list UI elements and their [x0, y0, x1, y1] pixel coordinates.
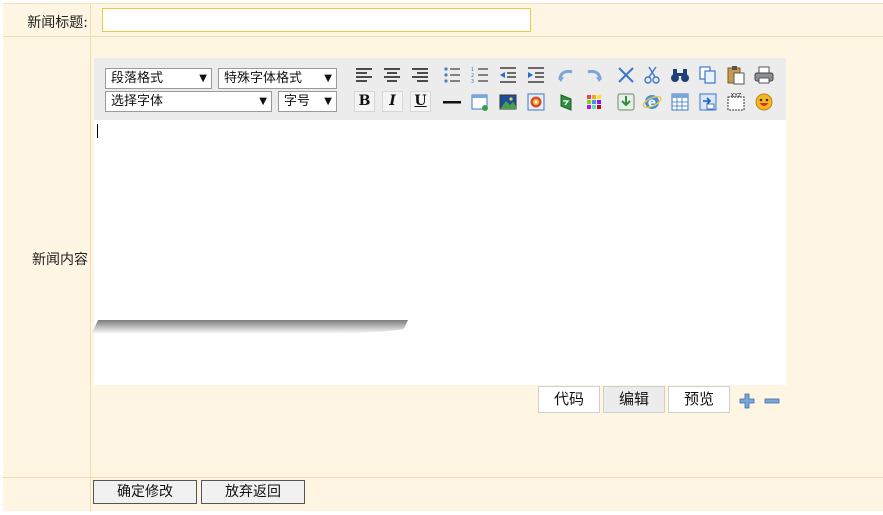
ordered-list-button[interactable]: 123 — [469, 64, 491, 86]
paste-clipboard-icon — [727, 66, 745, 85]
find-button[interactable] — [669, 64, 691, 86]
content-label-cell: 新闻内容 — [3, 37, 91, 477]
actions-row: 确定修改 放弃返回 — [3, 478, 883, 512]
table-icon — [671, 93, 689, 111]
title-label-cell: 新闻标题: — [3, 4, 91, 36]
rich-text-editor: 段落格式 ▼ 特殊字体格式 ▼ 选择字体 ▼ 字号 ▼ 1 2 3 B I U … — [91, 58, 786, 385]
undo-button[interactable] — [555, 64, 577, 86]
insert-marquee-button[interactable]: XYZ — [725, 91, 747, 113]
news-edit-form: 新闻标题: 新闻内容 段落格式 ▼ 特殊字体格式 ▼ 选择字体 ▼ 字号 ▼ 1… — [3, 3, 883, 512]
cancel-return-button[interactable]: 放弃返回 — [201, 480, 305, 504]
align-right-icon — [412, 68, 428, 82]
italic-button[interactable]: I — [382, 91, 403, 112]
mode-tab-code[interactable]: 代码 — [538, 386, 600, 413]
horizontal-rule-icon — [443, 101, 461, 104]
frame-icon — [699, 93, 717, 111]
expand-plus-icon[interactable] — [739, 393, 755, 409]
print-button[interactable] — [753, 64, 775, 86]
outdent-button[interactable] — [497, 64, 519, 86]
insert-flash-button[interactable] — [555, 91, 577, 113]
unordered-list-button[interactable] — [441, 64, 463, 86]
align-right-button[interactable] — [409, 64, 431, 86]
download-file-icon — [617, 93, 635, 111]
cut-button[interactable] — [641, 64, 663, 86]
flash-icon — [560, 94, 572, 111]
font-family-select[interactable]: 选择字体 ▼ — [105, 91, 272, 112]
bold-button[interactable]: B — [354, 91, 375, 112]
editor-shadow — [91, 320, 409, 334]
insert-image-button[interactable] — [497, 91, 519, 113]
ie-link-icon: e — [642, 95, 662, 110]
redo-button[interactable] — [583, 64, 605, 86]
copy-icon — [699, 66, 716, 84]
chevron-down-icon: ▼ — [259, 96, 267, 107]
color-grid-icon — [587, 95, 601, 109]
align-left-button[interactable] — [353, 64, 375, 86]
special-font-format-select[interactable]: 特殊字体格式 ▼ — [218, 68, 337, 89]
underline-button[interactable]: U — [410, 91, 431, 112]
insert-layer-button[interactable] — [469, 91, 491, 113]
editor-toolbar: 段落格式 ▼ 特殊字体格式 ▼ 选择字体 ▼ 字号 ▼ 1 2 3 B I U … — [94, 58, 786, 120]
title-label: 新闻标题: — [27, 15, 88, 31]
insert-link-button[interactable]: e — [641, 91, 663, 113]
paragraph-format-select[interactable]: 段落格式 ▼ — [105, 68, 212, 89]
delete-x-icon — [618, 67, 634, 83]
title-input[interactable] — [102, 8, 531, 32]
font-size-value: 字号 — [284, 94, 311, 109]
outdent-icon — [500, 67, 516, 83]
scissors-icon — [644, 66, 660, 84]
binoculars-icon — [671, 69, 689, 82]
insert-emoticon-button[interactable] — [753, 91, 775, 113]
indent-icon — [528, 67, 544, 83]
insert-media-button[interactable] — [525, 91, 547, 113]
svg-text:3: 3 — [471, 79, 474, 85]
numbered-list-icon: 123 — [471, 67, 488, 85]
insert-window-icon — [471, 94, 488, 111]
font-family-value: 选择字体 — [111, 94, 164, 109]
chevron-down-icon: ▼ — [324, 73, 332, 84]
editor-content-area[interactable] — [94, 120, 786, 385]
paragraph-format-value: 段落格式 — [111, 71, 164, 86]
insert-frame-button[interactable] — [697, 91, 719, 113]
align-center-button[interactable] — [381, 64, 403, 86]
printer-icon — [754, 66, 774, 84]
insert-file-button[interactable] — [615, 91, 637, 113]
copy-button[interactable] — [697, 64, 719, 86]
mode-tab-edit[interactable]: 编辑 — [603, 386, 665, 413]
mode-tab-preview[interactable]: 预览 — [668, 386, 730, 413]
paste-button[interactable] — [725, 64, 747, 86]
chevron-down-icon: ▼ — [324, 96, 332, 107]
svg-text:XYZ: XYZ — [731, 93, 742, 99]
image-icon — [499, 94, 517, 110]
align-left-icon — [356, 68, 372, 82]
marquee-text-icon: XYZ — [727, 93, 745, 111]
font-size-select[interactable]: 字号 ▼ — [278, 91, 337, 112]
content-label: 新闻内容 — [32, 252, 88, 268]
align-center-icon — [384, 68, 400, 82]
undo-icon — [558, 69, 573, 82]
text-caret — [97, 124, 98, 138]
content-row: 新闻内容 段落格式 ▼ 特殊字体格式 ▼ 选择字体 ▼ 字号 ▼ 1 2 3 B… — [3, 37, 883, 478]
insert-table-button[interactable] — [669, 91, 691, 113]
confirm-edit-button[interactable]: 确定修改 — [93, 480, 197, 504]
shrink-minus-icon[interactable] — [764, 393, 780, 409]
special-font-format-value: 特殊字体格式 — [224, 71, 303, 86]
horizontal-rule-button[interactable] — [441, 91, 463, 113]
color-picker-button[interactable] — [583, 91, 605, 113]
title-row: 新闻标题: — [3, 4, 883, 37]
bullet-list-icon — [444, 67, 460, 83]
redo-icon — [587, 69, 602, 82]
media-disc-icon — [527, 93, 545, 111]
smiley-icon — [755, 93, 773, 111]
delete-button[interactable] — [615, 64, 637, 86]
actions-label-cell — [3, 478, 91, 512]
chevron-down-icon: ▼ — [199, 73, 207, 84]
indent-button[interactable] — [525, 64, 547, 86]
